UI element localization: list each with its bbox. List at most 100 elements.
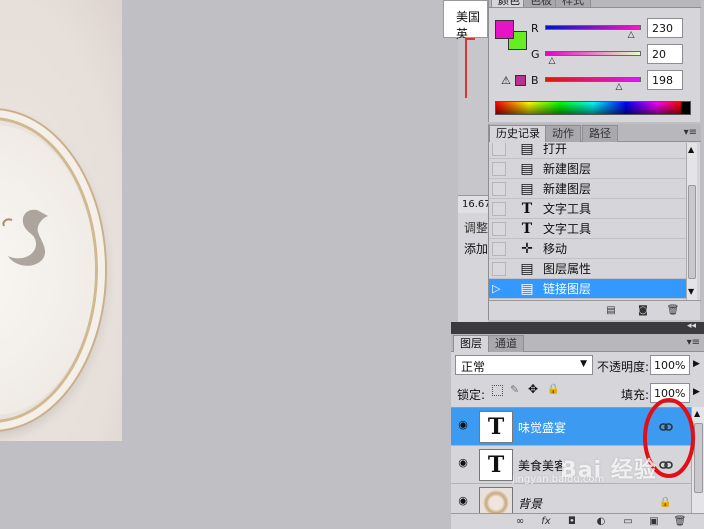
channel-value: 198 — [652, 74, 673, 87]
scroll-up-icon[interactable]: ▲ — [688, 145, 694, 154]
opacity-slider-arrow-icon[interactable]: ▶ — [693, 359, 700, 369]
channel-value: 230 — [652, 22, 673, 35]
color-spectrum-bar[interactable] — [495, 101, 691, 115]
history-item[interactable]: ▤ 打开 — [489, 143, 686, 159]
font-family-dropdown[interactable]: 美国英 — [443, 0, 488, 41]
lock-label: 锁定: — [457, 388, 486, 402]
channel-value-input-g[interactable]: 20 — [647, 44, 683, 64]
channel-slider-handle-r[interactable]: △ — [628, 30, 635, 40]
status-bar-zoom: 16.67 — [458, 195, 491, 213]
channel-value-input-r[interactable]: 230 — [647, 18, 683, 38]
panel-menu-icon[interactable]: ▾≡ — [684, 0, 697, 3]
history-snapshot-source-checkbox[interactable]: ▷ — [492, 282, 506, 296]
eye-visibility-icon[interactable]: ◉ — [455, 456, 471, 472]
document-icon: ▤ — [520, 143, 534, 157]
document-icon: ▤ — [520, 281, 534, 297]
layer-row[interactable]: ◉ 背景 🔒 — [451, 484, 691, 513]
history-scroll-thumb[interactable] — [688, 185, 696, 279]
add-adjustment-label: 添加 — [464, 242, 489, 256]
tab-swatches[interactable]: 色板 — [523, 0, 559, 7]
history-item[interactable]: ▤ 新建图层 — [489, 179, 686, 199]
new-document-from-state-icon[interactable]: ▤ — [604, 304, 618, 317]
history-item[interactable]: ▤ 新建图层 — [489, 159, 686, 179]
layer-style-fx-icon[interactable]: fx — [539, 515, 553, 528]
history-snapshot-source-checkbox[interactable] — [492, 202, 506, 216]
tab-styles[interactable]: 样式 — [555, 0, 591, 7]
tab-channels[interactable]: 通道 — [488, 335, 524, 352]
history-item-label: 新建图层 — [543, 162, 592, 176]
document-canvas-image[interactable] — [0, 0, 122, 441]
gamut-warning-swatch[interactable] — [515, 75, 526, 86]
layers-panel-titlebar[interactable]: ◂◂ — [451, 321, 704, 334]
lock-all-icon[interactable]: 🔒 — [547, 384, 559, 395]
history-snapshot-source-checkbox[interactable] — [492, 182, 506, 196]
document-window-edge — [458, 38, 488, 195]
tab-color[interactable]: 颜色 — [491, 0, 527, 7]
history-scrollbar[interactable]: ▲ ▼ — [686, 143, 697, 300]
tab-layers[interactable]: 图层 — [453, 335, 489, 352]
snapshot-icon[interactable]: ◙ — [636, 304, 650, 317]
channel-slider-handle-g[interactable]: △ — [548, 56, 555, 66]
image-layer-thumbnail[interactable] — [479, 487, 513, 513]
type-tool-icon: T — [521, 201, 533, 217]
eye-visibility-icon[interactable]: ◉ — [455, 418, 471, 434]
history-item-label: 打开 — [543, 143, 568, 156]
channel-slider-g[interactable] — [545, 51, 641, 56]
trash-icon[interactable]: 🗑 — [673, 515, 687, 528]
layer-name[interactable]: 美食美客 — [518, 457, 566, 474]
channel-value: 20 — [652, 48, 666, 61]
history-list: ▤ 打开 ▤ 新建图层 ▤ 新建图层 T 文字工具 T 文字工具 ✛ 移动 ▤ 图层属性 ▷ ▤ 链接图层 — [489, 143, 686, 300]
lock-transparent-pixels-icon[interactable] — [492, 385, 503, 396]
trash-icon[interactable]: 🗑 — [666, 304, 680, 317]
lock-image-pixels-icon[interactable]: ✎ — [510, 383, 519, 396]
blend-mode-dropdown[interactable]: 正常 ▼ — [455, 355, 593, 375]
channel-value-input-b[interactable]: 198 — [647, 70, 683, 90]
new-layer-icon[interactable]: ▣ — [647, 515, 661, 528]
new-group-icon[interactable]: ▭ — [621, 515, 635, 528]
channel-label-b: B — [531, 74, 539, 87]
adjustment-layer-icon[interactable]: ◐ — [594, 515, 608, 528]
history-snapshot-source-checkbox[interactable] — [492, 162, 506, 176]
opacity-input[interactable]: 100% — [650, 355, 690, 375]
history-item-label: 链接图层 — [543, 282, 592, 296]
eye-visibility-icon[interactable]: ◉ — [455, 494, 471, 510]
history-item[interactable]: ▷ ▤ 链接图层 — [489, 279, 686, 299]
layer-name[interactable]: 味觉盛宴 — [518, 419, 566, 436]
color-panel: 颜色 色板 样式 ▾≡ R △ 230 G △ 20 B △ 198 ⚠ — [488, 0, 701, 122]
history-snapshot-source-checkbox[interactable] — [492, 143, 506, 156]
tab-history[interactable]: 历史记录 — [489, 125, 547, 142]
layer-name[interactable]: 背景 — [518, 495, 542, 512]
panel-menu-icon[interactable]: ▾≡ — [687, 337, 700, 348]
history-footer: ▤ ◙ 🗑 — [489, 300, 701, 320]
text-layer-thumbnail[interactable]: T — [479, 449, 513, 481]
lock-icon: 🔒 — [659, 497, 672, 508]
history-item[interactable]: ✛ 移动 — [489, 239, 686, 259]
tab-paths[interactable]: 路径 — [582, 125, 618, 142]
color-panel-tabbar: 颜色 色板 样式 ▾≡ — [489, 0, 701, 8]
scroll-down-icon[interactable]: ▼ — [688, 287, 694, 296]
history-snapshot-source-checkbox[interactable] — [492, 242, 506, 256]
history-item-label: 文字工具 — [543, 202, 592, 216]
lock-position-icon[interactable]: ✥ — [528, 382, 538, 396]
tab-actions[interactable]: 动作 — [545, 125, 581, 142]
foreground-color-swatch[interactable] — [495, 20, 514, 39]
document-icon: ▤ — [520, 181, 534, 197]
channel-slider-handle-b[interactable]: △ — [615, 82, 622, 92]
add-mask-icon[interactable]: ◘ — [565, 515, 579, 528]
history-panel-tabbar: 历史记录 动作 路径 ▾≡ — [489, 124, 701, 142]
channel-slider-b[interactable] — [545, 77, 641, 82]
history-item[interactable]: T 文字工具 — [489, 219, 686, 239]
blend-mode-value: 正常 — [461, 360, 486, 374]
adjust-tab-label: 调整 — [464, 221, 489, 235]
text-layer-thumbnail[interactable]: T — [479, 411, 513, 443]
history-snapshot-source-checkbox[interactable] — [492, 222, 506, 236]
history-item[interactable]: ▤ 图层属性 — [489, 259, 686, 279]
zoom-level-text: 16.67 — [462, 199, 491, 210]
link-layers-icon[interactable]: ∞ — [513, 515, 527, 528]
watermark: Bai 经验 jingyan.baidu.com — [512, 452, 657, 485]
out-of-gamut-warning-icon[interactable]: ⚠ — [501, 74, 511, 87]
history-item[interactable]: T 文字工具 — [489, 199, 686, 219]
history-snapshot-source-checkbox[interactable] — [492, 262, 506, 276]
collapse-icon[interactable]: ◂◂ — [687, 321, 696, 331]
panel-menu-icon[interactable]: ▾≡ — [684, 127, 697, 138]
